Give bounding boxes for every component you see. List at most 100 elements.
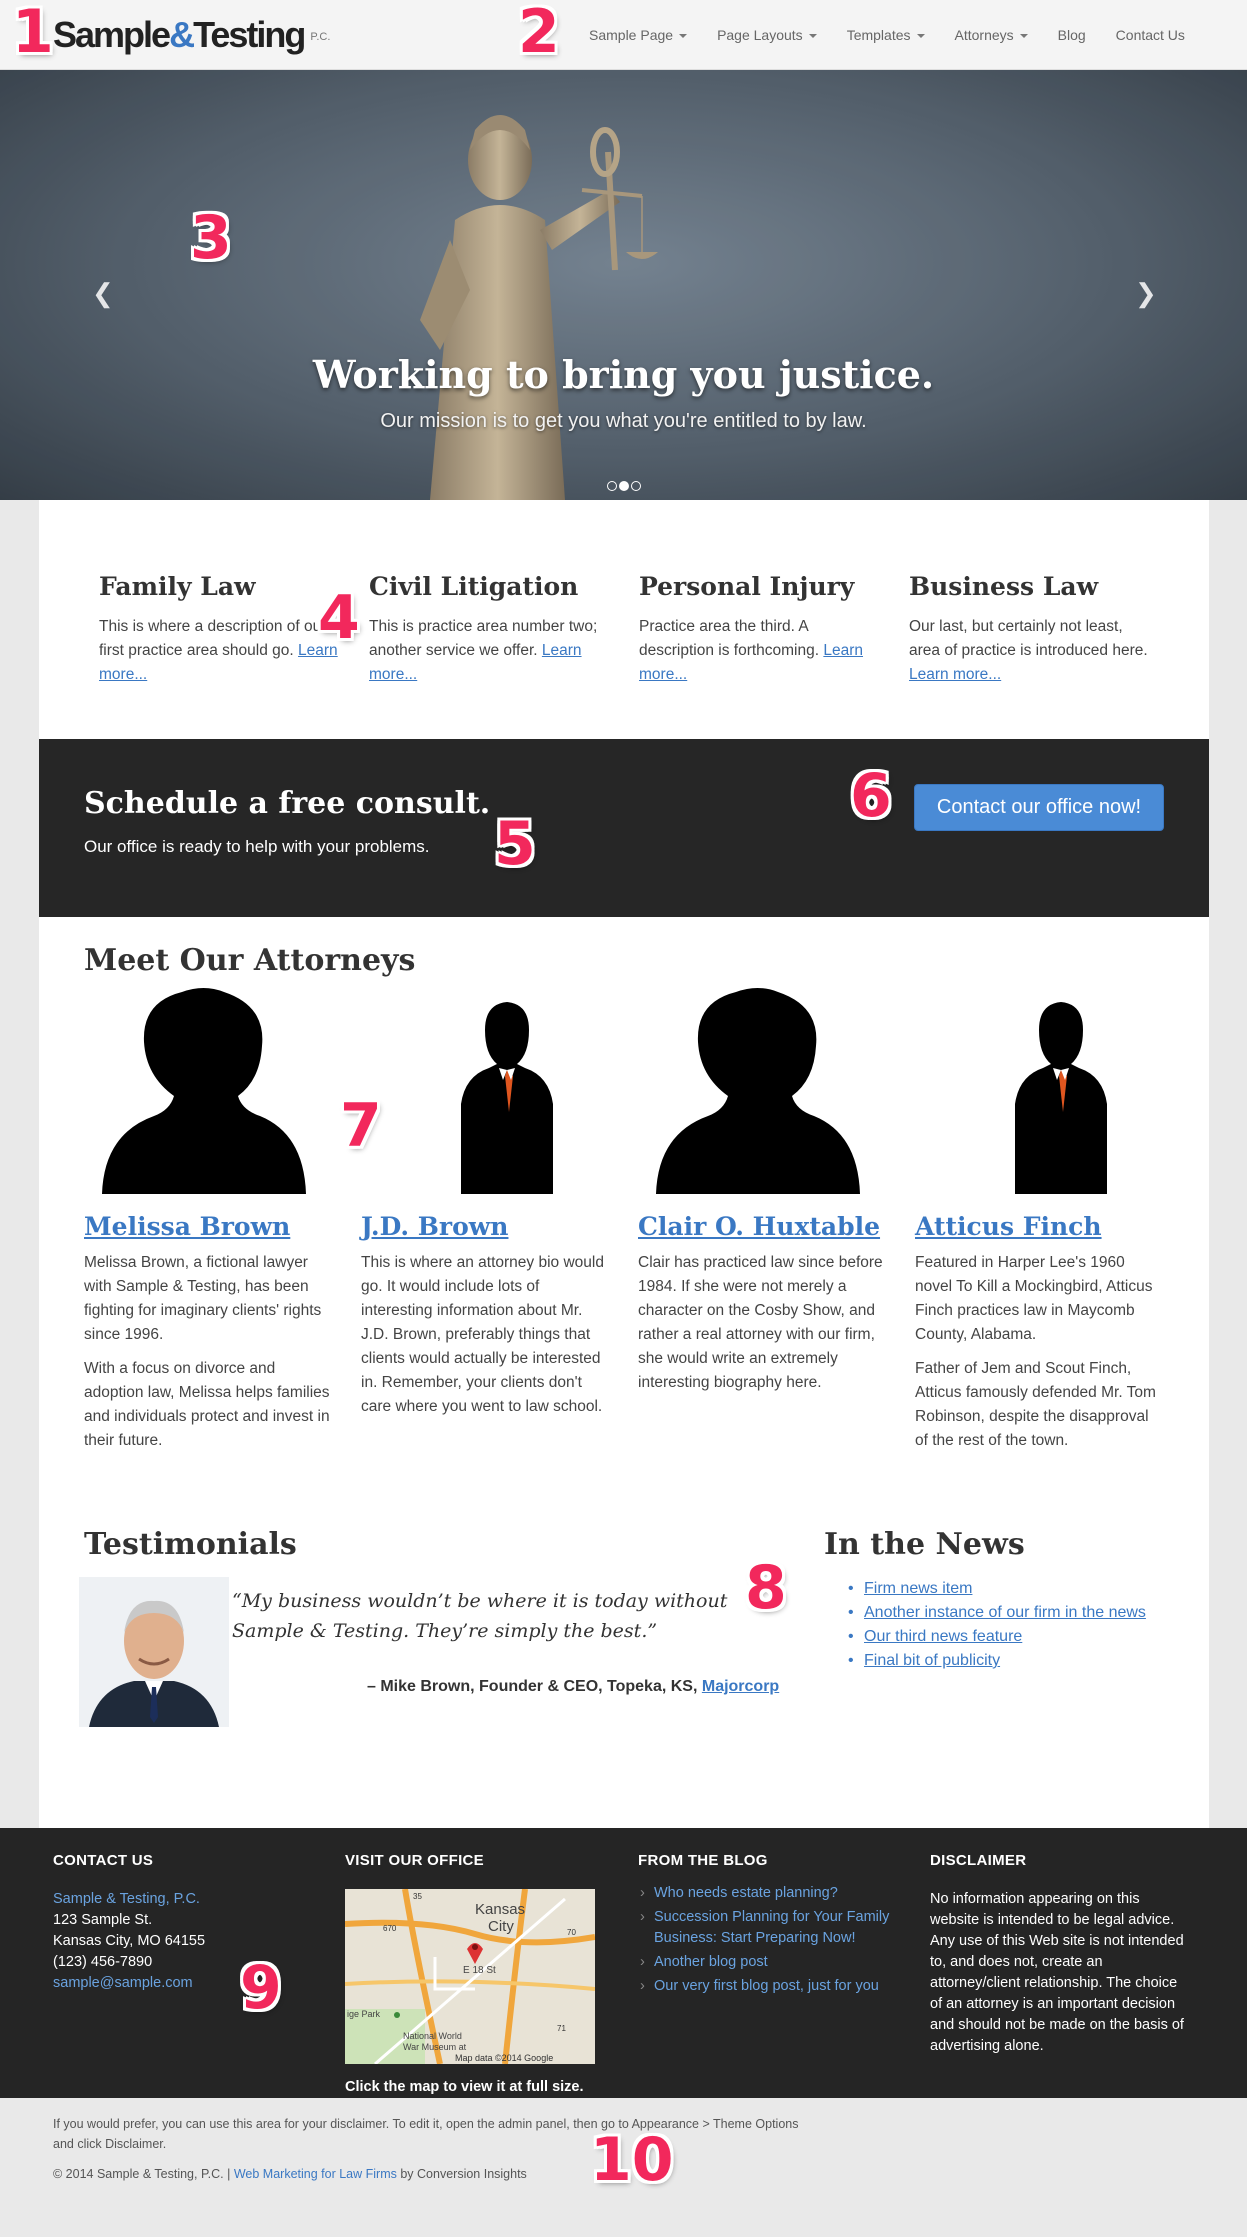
nav-item-contact-us[interactable]: Contact Us bbox=[1101, 27, 1200, 43]
list-item: Final bit of publicity bbox=[846, 1649, 1146, 1673]
footer-heading: From the Blog bbox=[638, 1852, 768, 1869]
learn-more-link[interactable]: Learn more... bbox=[909, 666, 1001, 683]
map-route-670: 670 bbox=[383, 1924, 397, 1933]
map-route-35: 35 bbox=[413, 1892, 422, 1901]
cta-heading: Schedule a free consult. bbox=[84, 786, 491, 821]
news-link[interactable]: Our third news feature bbox=[864, 1628, 1022, 1645]
attorney-bio: This is where an attorney bio would go. … bbox=[361, 1254, 604, 1415]
footer-disclaimer-column: Disclaimer No information appearing on t… bbox=[930, 1852, 1190, 2057]
news-title: In the News bbox=[824, 1527, 1025, 1562]
carousel-indicators bbox=[0, 478, 1247, 496]
chevron-right-icon[interactable]: ❯ bbox=[1135, 278, 1157, 309]
site-header: Sample&Testing P.C. Sample Page Page Layo… bbox=[0, 0, 1247, 70]
blog-post-link[interactable]: Succession Planning for Your Family Busi… bbox=[654, 1909, 889, 1946]
annotation-marker-2: 2 bbox=[518, 0, 560, 67]
list-item: Who needs estate planning? bbox=[638, 1883, 898, 1904]
subfooter-disclaimer: If you would prefer, you can use this ar… bbox=[53, 2117, 799, 2151]
carousel-dot-3[interactable] bbox=[630, 481, 641, 491]
blog-post-link[interactable]: Our very first blog post, just for you bbox=[654, 1978, 879, 1994]
practice-area-personal-injury: Personal Injury Practice area the third.… bbox=[639, 572, 879, 687]
news-link[interactable]: Final bit of publicity bbox=[864, 1652, 1000, 1669]
testimonial-attribution: – Mike Brown, Founder & CEO, Topeka, KS,… bbox=[367, 1678, 780, 1695]
nav-item-page-layouts[interactable]: Page Layouts bbox=[702, 27, 832, 43]
attorney-bio: Clair has practiced law since before 198… bbox=[638, 1254, 883, 1391]
blog-post-link[interactable]: Who needs estate planning? bbox=[654, 1885, 838, 1901]
testimonial-avatar bbox=[79, 1577, 229, 1727]
testimonial-quote: “My business wouldn’t be where it is tod… bbox=[232, 1590, 728, 1642]
annotation-marker-10: 10 bbox=[590, 2125, 674, 2195]
annotation-marker-9: 9 bbox=[240, 1953, 282, 2023]
annotation-marker-7: 7 bbox=[340, 1091, 382, 1161]
annotation-marker-8: 8 bbox=[745, 1553, 787, 1623]
footer-firm-link[interactable]: Sample & Testing, P.C. bbox=[53, 1891, 200, 1907]
map-label-kansas: Kansas bbox=[475, 1901, 525, 1918]
footer-email-link[interactable]: sample@sample.com bbox=[53, 1975, 193, 1991]
office-map[interactable]: Kansas City E 18 St ige Park National Wo… bbox=[344, 1888, 596, 2066]
map-route-70: 70 bbox=[567, 1928, 576, 1937]
nav-item-blog[interactable]: Blog bbox=[1043, 27, 1101, 43]
main-content: Family Law This is where a description o… bbox=[39, 500, 1209, 1828]
news-link[interactable]: Another instance of our firm in the news bbox=[864, 1604, 1146, 1621]
blog-post-link[interactable]: Another blog post bbox=[654, 1954, 768, 1970]
attorney-name: Clair O. Huxtable bbox=[638, 1212, 888, 1241]
attorney-name-link[interactable]: J.D. Brown bbox=[361, 1212, 508, 1241]
attorney-name: Atticus Finch bbox=[915, 1212, 1165, 1241]
copyright: © 2014 Sample & Testing, P.C. | Web Mark… bbox=[53, 2167, 527, 2181]
map-label-city: City bbox=[488, 1918, 514, 1935]
web-marketing-link[interactable]: Web Marketing for Law Firms bbox=[234, 2167, 397, 2181]
cta-banner: Schedule a free consult. Our office is r… bbox=[39, 739, 1209, 917]
logo-ampersand: & bbox=[169, 14, 195, 55]
caret-down-icon bbox=[1019, 34, 1028, 39]
footer-city: Kansas City, MO 64155 bbox=[53, 1933, 206, 1949]
attorney-card-melissa-brown: Melissa Brown Melissa Brown, a fictional… bbox=[84, 984, 334, 1453]
attorney-bio: Father of Jem and Scout Finch, Atticus f… bbox=[915, 1360, 1156, 1449]
footer-blog-column: From the Blog Who needs estate planning?… bbox=[638, 1852, 898, 2000]
nav-item-attorneys[interactable]: Attorneys bbox=[940, 27, 1043, 43]
nav-item-templates[interactable]: Templates bbox=[832, 27, 940, 43]
practice-area-business-law: Business Law Our last, but certainly not… bbox=[909, 572, 1149, 687]
attorney-bio: Featured in Harper Lee's 1960 novel To K… bbox=[915, 1254, 1153, 1343]
practice-area-title: Business Law bbox=[909, 572, 1099, 601]
female-silhouette-photo bbox=[102, 988, 306, 1194]
footer-office-column: Visit Our Office Kansas City E 18 St ige… bbox=[344, 1852, 605, 2095]
attorney-name-link[interactable]: Clair O. Huxtable bbox=[638, 1212, 880, 1241]
list-item: Succession Planning for Your Family Busi… bbox=[638, 1907, 898, 1949]
footer-heading: Disclaimer bbox=[930, 1852, 1027, 1869]
attorney-card-clair-huxtable: Clair O. Huxtable Clair has practiced la… bbox=[638, 984, 888, 1395]
logo-text-sample: Sample bbox=[53, 14, 171, 55]
practice-area-civil-litigation: Civil Litigation This is practice area n… bbox=[369, 572, 609, 687]
carousel-dot-2[interactable] bbox=[618, 481, 629, 491]
caret-down-icon bbox=[679, 34, 688, 39]
map-caption: Click the map to view it at full size. bbox=[345, 2079, 584, 2095]
attorney-card-jd-brown: J.D. Brown This is where an attorney bio… bbox=[361, 984, 611, 1419]
map-label-museum-1: National World bbox=[403, 2031, 462, 2041]
site-footer: Contact Us Sample & Testing, P.C. 123 Sa… bbox=[0, 1828, 1247, 2098]
map-label-park: ige Park bbox=[347, 2009, 381, 2019]
contact-office-button[interactable]: Contact our office now! bbox=[914, 784, 1164, 831]
nav-item-sample-page[interactable]: Sample Page bbox=[574, 27, 702, 43]
list-item: Our third news feature bbox=[846, 1625, 1146, 1649]
site-logo[interactable]: Sample&Testing P.C. bbox=[53, 14, 330, 56]
annotation-marker-1: 1 bbox=[12, 0, 54, 67]
annotation-marker-4: 4 bbox=[318, 583, 360, 653]
map-label-museum-2: War Museum at bbox=[403, 2042, 467, 2052]
footer-disclaimer-text: No information appearing on this website… bbox=[930, 1891, 1184, 2054]
practice-area-description: This is practice area number two; anothe… bbox=[369, 618, 598, 683]
practice-area-description: Our last, but certainly not least, area … bbox=[909, 618, 1148, 683]
annotation-marker-5: 5 bbox=[494, 809, 536, 879]
logo-text-testing: Testing bbox=[193, 14, 306, 55]
footer-street: 123 Sample St. bbox=[53, 1912, 153, 1928]
news-link[interactable]: Firm news item bbox=[864, 1580, 972, 1597]
logo-suffix: P.C. bbox=[310, 31, 331, 44]
attorney-name-link[interactable]: Atticus Finch bbox=[915, 1212, 1102, 1241]
list-item: Firm news item bbox=[846, 1577, 1146, 1601]
hero-carousel: ❮ ❯ Working to bring you justice. Our mi… bbox=[0, 70, 1247, 500]
hero-heading: Working to bring you justice. bbox=[312, 352, 935, 397]
chevron-left-icon[interactable]: ❮ bbox=[92, 278, 114, 309]
majorcorp-link[interactable]: Majorcorp bbox=[702, 1678, 779, 1695]
attorney-name-link[interactable]: Melissa Brown bbox=[84, 1212, 290, 1241]
caret-down-icon bbox=[916, 34, 925, 39]
carousel-dot-1[interactable] bbox=[606, 481, 617, 491]
practice-area-title: Civil Litigation bbox=[369, 572, 579, 601]
male-silhouette-photo bbox=[1015, 1002, 1107, 1194]
